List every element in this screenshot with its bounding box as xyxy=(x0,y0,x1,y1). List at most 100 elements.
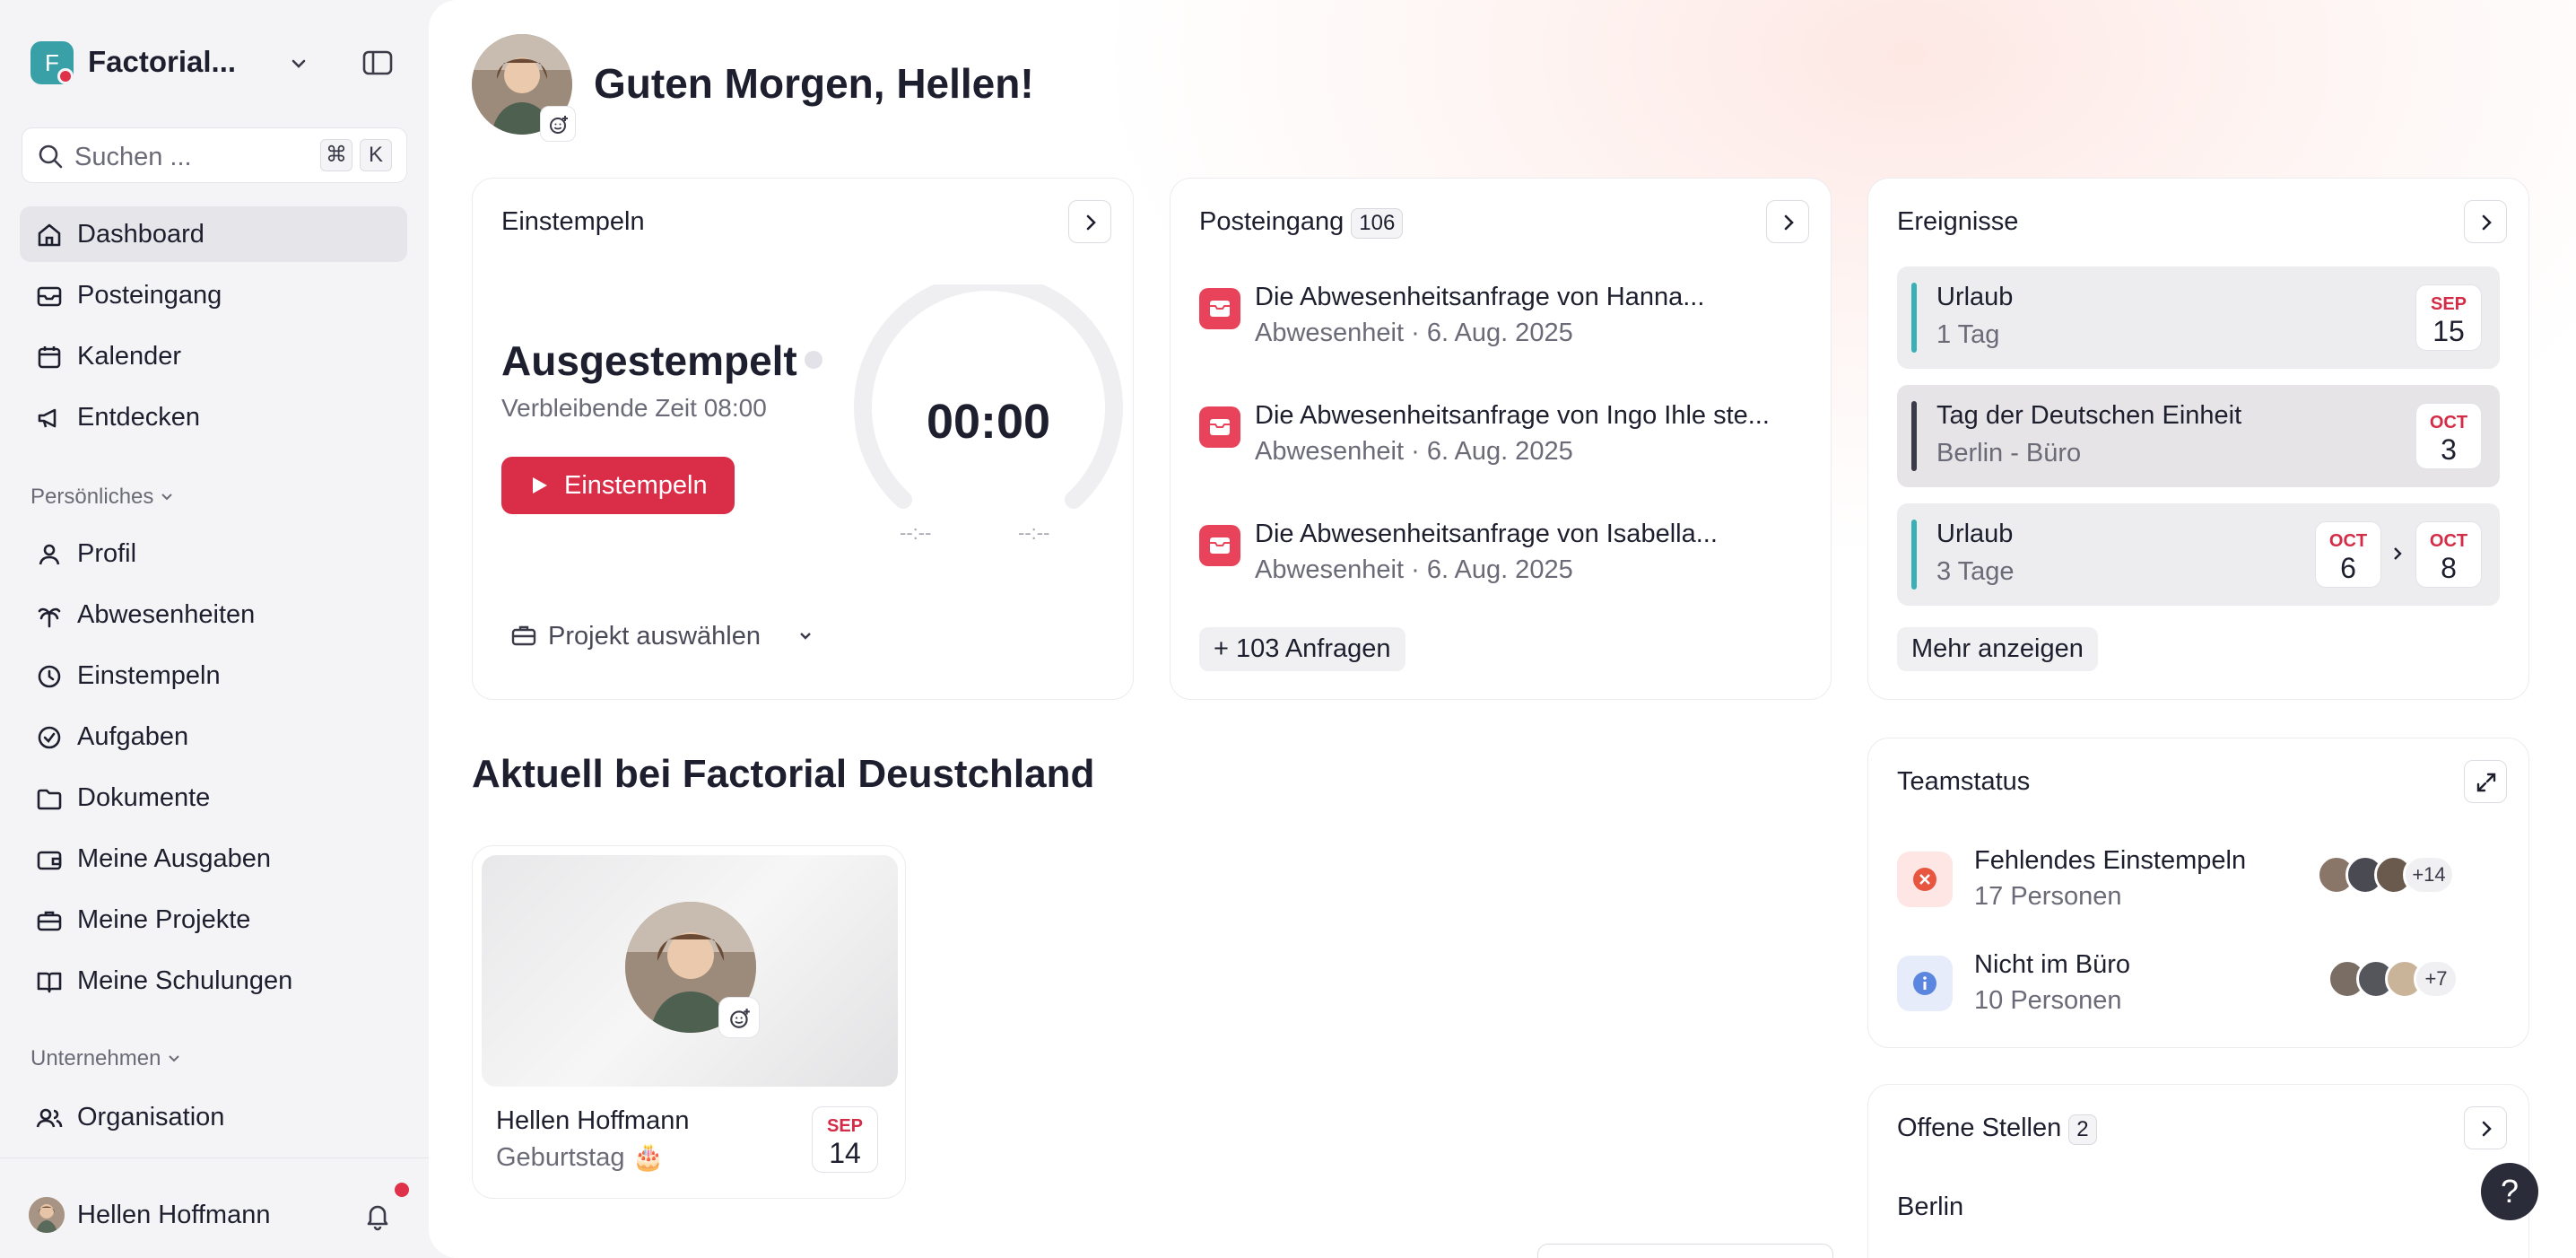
more-count: +14 xyxy=(2403,855,2455,895)
sidebar-item-profil[interactable]: Profil xyxy=(20,526,407,581)
end-time: --:-- xyxy=(1018,521,1050,544)
user-icon xyxy=(39,544,60,565)
chevron-down-icon[interactable] xyxy=(289,54,309,74)
bell-icon[interactable] xyxy=(362,1201,393,1231)
emoji-add-icon xyxy=(730,1009,750,1028)
shortcut-key-cmd: ⌘ xyxy=(320,139,352,171)
positions-count-badge: 2 xyxy=(2068,1114,2097,1145)
info-icon xyxy=(1913,972,1936,995)
start-time: --:-- xyxy=(900,521,932,544)
team-status-row[interactable]: Nicht im Büro 10 Personen +7 xyxy=(1897,950,2500,1022)
clock-timer: 00:00 xyxy=(926,395,1051,449)
card-title: Ereignisse xyxy=(1897,207,2019,236)
team-status-row[interactable]: Fehlendes Einstempeln 17 Personen +14 xyxy=(1897,846,2500,918)
notification-dot xyxy=(395,1183,409,1197)
briefcase-icon xyxy=(511,625,536,646)
sidebar-item-label: Entdecken xyxy=(77,403,201,432)
event-day: 6 xyxy=(2340,552,2356,584)
page-title: Guten Morgen, Hellen! xyxy=(594,60,1034,107)
section-personal[interactable]: Persönliches xyxy=(30,485,174,510)
more-requests-button[interactable]: + 103 Anfragen xyxy=(1199,627,1405,671)
section-label: Unternehmen xyxy=(30,1046,161,1070)
inbox-icon xyxy=(1199,406,1240,448)
sidebar-item-meine-schulungen[interactable]: Meine Schulungen xyxy=(20,953,407,1009)
team-avatars: +7 xyxy=(2328,959,2459,999)
inbox-item-title: Die Abwesenheitsanfrage von Isabella... xyxy=(1255,520,1718,548)
inbox-item-title: Die Abwesenheitsanfrage von Hanna... xyxy=(1255,283,1705,311)
event-month: OCT xyxy=(2429,531,2468,551)
inbox-icon xyxy=(1199,288,1240,329)
company-name[interactable]: Factorial... xyxy=(88,45,236,79)
sidebar-item-kalender[interactable]: Kalender xyxy=(20,328,407,384)
event-item[interactable]: Urlaub 3 Tage OCT 6 OCT 8 xyxy=(1897,503,2500,606)
event-month: OCT xyxy=(2429,413,2468,432)
open-clock-button[interactable] xyxy=(1068,200,1111,243)
birthday-card[interactable]: Hellen Hoffmann Geburtstag 🎂 SEP 14 xyxy=(472,845,906,1199)
sidebar-item-entdecken[interactable]: Entdecken xyxy=(20,389,407,445)
sidebar-item-label: Dokumente xyxy=(77,783,211,812)
expand-team-button[interactable] xyxy=(2464,760,2507,803)
more-count: +7 xyxy=(2414,959,2459,999)
card-title: Offene Stellen 2 xyxy=(1897,1114,2097,1145)
help-button[interactable]: ? xyxy=(2481,1163,2538,1220)
sidebar-item-dokumente[interactable]: Dokumente xyxy=(20,770,407,826)
search-placeholder: Suchen ... xyxy=(74,143,192,171)
event-month: OCT xyxy=(2328,531,2368,551)
event-item[interactable]: Urlaub 1 Tag SEP 15 xyxy=(1897,266,2500,369)
user-name[interactable]: Hellen Hoffmann xyxy=(77,1201,270,1230)
sidebar-item-meine-projekte[interactable]: Meine Projekte xyxy=(20,892,407,948)
open-positions-button[interactable] xyxy=(2464,1106,2507,1149)
inbox-count-badge: 106 xyxy=(1351,208,1404,239)
folder-icon xyxy=(37,789,62,810)
chevron-right-icon xyxy=(1784,214,1794,231)
check-circle-icon xyxy=(38,726,61,749)
emoji-add-icon xyxy=(550,116,568,134)
main-content: Guten Morgen, Hellen! Einstempeln Ausges… xyxy=(429,0,2576,1258)
birthday-month: SEP xyxy=(826,1116,864,1136)
sidebar-item-einstempeln[interactable]: Einstempeln xyxy=(20,648,407,703)
sidebar-item-label: Profil xyxy=(77,539,137,568)
home-icon xyxy=(38,223,61,247)
chevron-right-icon xyxy=(2482,214,2492,231)
bottom-control[interactable] xyxy=(1537,1244,1833,1258)
event-item[interactable]: Tag der Deutschen Einheit Berlin - Büro … xyxy=(1897,385,2500,487)
open-inbox-button[interactable] xyxy=(1766,200,1809,243)
search-input[interactable]: Suchen ... ⌘ K xyxy=(22,127,407,183)
event-title: Urlaub xyxy=(1936,283,2014,311)
sidebar-item-aufgaben[interactable]: Aufgaben xyxy=(20,709,407,764)
sidebar-item-label: Einstempeln xyxy=(77,661,221,690)
error-icon xyxy=(1913,868,1936,891)
section-company[interactable]: Unternehmen xyxy=(30,1046,181,1071)
project-select[interactable]: Projekt auswählen xyxy=(510,615,824,654)
sidebar-item-meine-ausgaben[interactable]: Meine Ausgaben xyxy=(20,831,407,887)
user-avatar[interactable] xyxy=(29,1197,65,1233)
sidebar-item-abwesenheiten[interactable]: Abwesenheiten xyxy=(20,587,407,642)
sidebar-item-label: Abwesenheiten xyxy=(77,600,256,629)
events-card: Ereignisse Urlaub 1 Tag SEP 15 Tag der D… xyxy=(1867,178,2529,700)
sidebar-toggle-icon[interactable] xyxy=(362,49,393,76)
chevron-right-icon xyxy=(2482,1121,2492,1137)
inbox-card: Posteingang 106 Die Abwesenheitsanfrage v… xyxy=(1170,178,1832,700)
card-title: Einstempeln xyxy=(501,207,645,236)
card-title: Teamstatus xyxy=(1897,767,2031,796)
add-reaction-button[interactable] xyxy=(718,997,760,1038)
add-reaction-button[interactable] xyxy=(540,106,576,142)
birthday-day: 14 xyxy=(829,1137,861,1169)
team-row-title: Fehlendes Einstempeln xyxy=(1974,846,2247,875)
sidebar-item-dashboard[interactable]: Dashboard xyxy=(20,206,407,262)
inbox-item-subtitle: Abwesenheit · 6. Aug. 2025 xyxy=(1255,437,1573,466)
team-status-card: Teamstatus Fehlendes Einstempeln 17 Pers… xyxy=(1867,738,2529,1048)
inbox-item-subtitle: Abwesenheit · 6. Aug. 2025 xyxy=(1255,319,1573,347)
clock-icon xyxy=(38,665,61,688)
sidebar-item-label: Meine Schulungen xyxy=(77,966,293,995)
location-label[interactable]: Berlin xyxy=(1897,1192,1963,1222)
sidebar-item-organisation[interactable]: Organisation xyxy=(20,1089,407,1145)
clock-in-button[interactable]: Einstempeln xyxy=(501,457,735,514)
people-icon xyxy=(36,1108,63,1128)
open-events-button[interactable] xyxy=(2464,200,2507,243)
birthday-banner xyxy=(482,855,898,1087)
event-date: OCT 3 xyxy=(2415,403,2482,469)
show-more-button[interactable]: Mehr anzeigen xyxy=(1897,627,2098,671)
event-month: SEP xyxy=(2430,294,2467,314)
sidebar-item-posteingang[interactable]: Posteingang xyxy=(20,267,407,323)
